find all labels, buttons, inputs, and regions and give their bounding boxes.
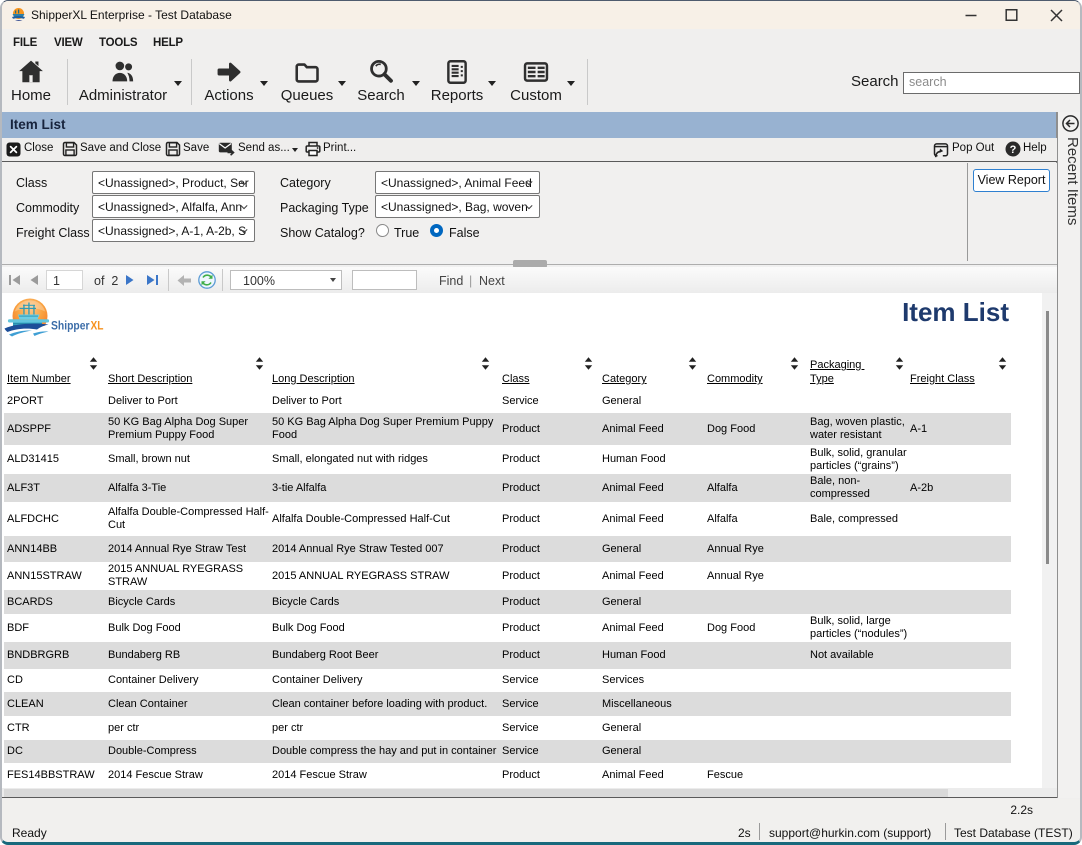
svg-text:?: ?: [1010, 144, 1017, 156]
svg-text:XL: XL: [91, 320, 104, 332]
svg-text:Shipper: Shipper: [51, 320, 90, 332]
